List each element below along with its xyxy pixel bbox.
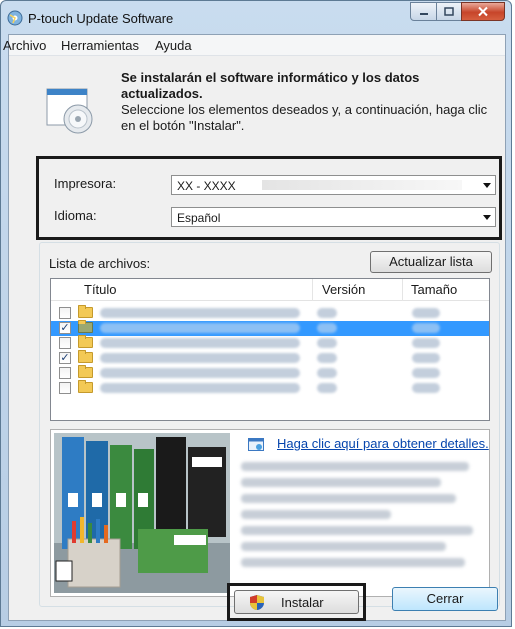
item-checkbox[interactable] [59,367,71,379]
chevron-down-icon [483,215,491,220]
product-image [54,433,230,593]
item-version-blurred [317,383,337,393]
list-header: Título Versión Tamaño [51,279,489,301]
folder-icon [78,335,93,348]
window-title: P-touch Update Software [28,11,174,26]
info-panel: Haga clic aquí para obtener detalles. [50,429,490,597]
item-title-blurred [100,338,300,348]
item-title-blurred [100,368,300,378]
folder-icon [78,365,93,378]
printer-model-blur [262,180,462,190]
list-item[interactable] [51,380,489,396]
language-label: Idioma: [54,208,97,223]
list-item[interactable] [51,335,489,351]
item-size-blurred [412,323,440,333]
list-item[interactable] [51,305,489,321]
minimize-icon [419,12,428,15]
close-window-button[interactable] [461,2,505,21]
item-version-blurred [317,338,337,348]
item-size-blurred [412,353,440,363]
item-title-blurred [100,353,300,363]
folder-icon [78,380,93,393]
item-size-blurred [412,308,440,318]
maximize-button[interactable] [436,2,462,21]
refresh-list-button[interactable]: Actualizar lista [370,251,492,273]
app-window: P-touch Update Software Archivo Herramie… [0,0,512,627]
item-version-blurred [317,323,337,333]
list-item[interactable]: ✓ [51,350,489,366]
item-version-blurred [317,353,337,363]
close-icon [478,6,488,17]
item-checkbox[interactable]: ✓ [59,352,71,364]
column-size[interactable]: Tamaño [411,282,457,297]
item-title-blurred [100,308,300,318]
maximize-icon [444,7,454,16]
header-description: Seleccione los elementos deseados y, a c… [121,102,488,133]
folder-icon [78,305,93,318]
preview-icon [248,438,264,451]
item-size-blurred [412,338,440,348]
folder-icon [78,320,93,333]
printer-select[interactable]: XX - XXXX [171,175,496,195]
title-bar[interactable]: P-touch Update Software [1,1,511,35]
language-select[interactable]: Español [171,207,496,227]
files-group: Lista de archivos: Actualizar lista Títu… [39,242,500,607]
details-link[interactable]: Haga clic aquí para obtener detalles. [277,436,489,451]
button-bar: Instalar Cerrar [9,582,505,622]
folder-icon [78,350,93,363]
item-version-blurred [317,308,337,318]
item-title-blurred [100,383,300,393]
item-size-blurred [412,383,440,393]
chevron-down-icon [483,183,491,188]
column-title[interactable]: Título [84,282,117,297]
menu-archivo[interactable]: Archivo [3,38,46,53]
file-list[interactable]: Título Versión Tamaño ✓ ✓ [50,278,490,421]
install-label: Instalar [281,595,324,610]
header-panel: Se instalarán el software informático y … [9,56,505,160]
item-checkbox[interactable] [59,382,71,394]
client-area: Archivo Herramientas Ayuda Se instalarán… [3,34,506,622]
column-version[interactable]: Versión [322,282,365,297]
minimize-button[interactable] [410,2,437,21]
language-value: Español [177,211,221,225]
item-size-blurred [412,368,440,378]
software-disc-icon [46,88,93,134]
install-highlight: Instalar [227,583,366,621]
printer-language-group: Impresora: XX - XXXX Idioma: Español [36,156,502,240]
menu-herramientas[interactable]: Herramientas [61,38,139,53]
item-checkbox[interactable] [59,307,71,319]
files-label: Lista de archivos: [49,256,151,271]
item-checkbox[interactable]: ✓ [59,322,71,334]
list-item[interactable]: ✓ [51,320,489,336]
item-checkbox[interactable] [59,337,71,349]
printer-label: Impresora: [54,176,117,191]
item-title-blurred [100,323,300,333]
header-title: Se instalarán el software informático y … [121,70,420,101]
list-item[interactable] [51,365,489,381]
install-button[interactable]: Instalar [234,590,359,614]
printer-value: XX - XXXX [177,179,236,193]
shield-icon [250,595,264,610]
menu-ayuda[interactable]: Ayuda [155,38,192,53]
app-icon [7,10,23,26]
close-button[interactable]: Cerrar [392,587,498,611]
menu-bar: Archivo Herramientas Ayuda [3,35,505,56]
item-version-blurred [317,368,337,378]
